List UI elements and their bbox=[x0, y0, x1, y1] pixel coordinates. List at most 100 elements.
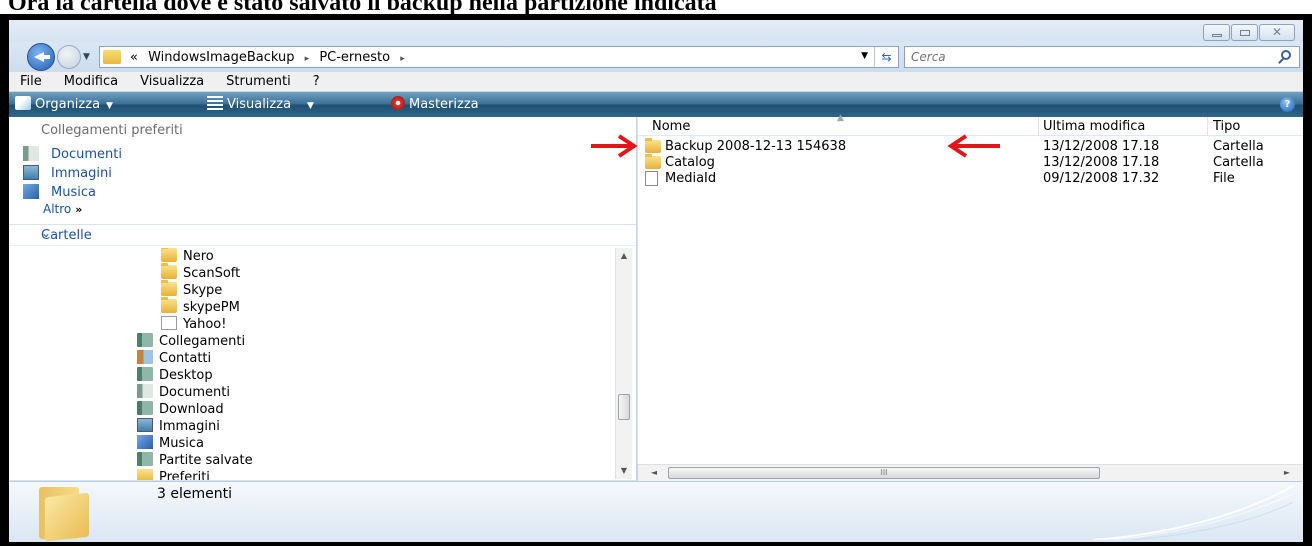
address-row: ▼ « WindowsImageBackup ▸ PC-ernesto ▸ ▼ … bbox=[9, 42, 1303, 72]
help-icon[interactable]: ? bbox=[1280, 97, 1295, 112]
file-list-pane: ▲ Nome Ultima modifica Tipo Backup 2008-… bbox=[638, 113, 1303, 480]
menu-edit[interactable]: Modifica bbox=[53, 72, 129, 91]
library-icon bbox=[137, 367, 153, 381]
favorites-header: Collegamenti preferiti bbox=[41, 123, 183, 138]
close-button[interactable]: ✕ bbox=[1259, 24, 1295, 41]
yahoo-folder-icon bbox=[161, 316, 177, 330]
menu-view[interactable]: Visualizza bbox=[129, 72, 215, 91]
music-icon bbox=[23, 184, 39, 199]
views-icon bbox=[207, 96, 223, 110]
tree-item[interactable]: Musica bbox=[137, 435, 204, 451]
tree-item[interactable]: Partite salvate bbox=[137, 452, 253, 468]
folder-icon bbox=[161, 248, 177, 262]
forward-button[interactable] bbox=[57, 45, 81, 69]
item-count: 3 elementi bbox=[157, 486, 232, 502]
contacts-icon bbox=[137, 350, 153, 364]
file-name: Backup 2008-12-13 154638 bbox=[665, 139, 847, 154]
menu-help[interactable]: ? bbox=[302, 72, 331, 91]
tree-item[interactable]: Contatti bbox=[137, 350, 211, 366]
file-name: Catalog bbox=[665, 155, 715, 170]
tree-item[interactable]: Yahoo! bbox=[161, 316, 226, 332]
column-header-modified[interactable]: Ultima modifica bbox=[1043, 119, 1145, 134]
scroll-thumb[interactable]: III bbox=[668, 467, 1100, 479]
views-button[interactable]: Visualizza ▼ bbox=[207, 96, 314, 112]
menu-tools[interactable]: Strumenti bbox=[215, 72, 302, 91]
burn-button[interactable]: Masterizza bbox=[391, 96, 479, 112]
scroll-right-icon[interactable]: ► bbox=[1279, 465, 1295, 481]
scroll-down-icon[interactable]: ▼ bbox=[616, 463, 632, 479]
library-icon bbox=[137, 452, 153, 466]
scroll-thumb[interactable] bbox=[618, 394, 630, 420]
tree-item[interactable]: Desktop bbox=[137, 367, 213, 383]
favorites-more-link[interactable]: Altro» bbox=[43, 202, 82, 216]
history-dropdown-icon[interactable]: ▼ bbox=[83, 52, 90, 62]
file-type: File bbox=[1213, 171, 1235, 186]
file-type: Cartella bbox=[1213, 139, 1264, 154]
tree-item-label: ScanSoft bbox=[183, 266, 241, 281]
favorite-item-musica[interactable]: Musica bbox=[23, 184, 96, 200]
scroll-up-icon[interactable]: ▲ bbox=[616, 248, 632, 264]
tree-item[interactable]: ScanSoft bbox=[161, 263, 241, 281]
refresh-button[interactable]: ⇆ bbox=[874, 47, 898, 67]
breadcrumb-item-windowsimagebackup[interactable]: WindowsImageBackup bbox=[148, 50, 294, 65]
tree-item[interactable]: Nero bbox=[161, 248, 214, 264]
favorite-item-documenti[interactable]: Documenti bbox=[23, 146, 122, 162]
column-divider[interactable] bbox=[1207, 117, 1208, 136]
annotation-arrow-right-icon bbox=[591, 134, 638, 158]
tree-item[interactable]: Skype bbox=[161, 280, 222, 298]
tree-item[interactable]: Collegamenti bbox=[137, 333, 245, 349]
maximize-icon bbox=[1240, 30, 1250, 36]
folder-icon bbox=[161, 297, 177, 313]
favorite-item-immagini[interactable]: Immagini bbox=[23, 165, 112, 181]
column-divider[interactable] bbox=[1038, 117, 1039, 136]
folder-icon bbox=[645, 154, 661, 169]
sort-ascending-icon: ▲ bbox=[837, 113, 844, 123]
search-input[interactable] bbox=[911, 49, 1251, 65]
folder-icon bbox=[645, 138, 661, 153]
folder-icon bbox=[161, 280, 177, 296]
tree-vertical-scrollbar[interactable]: ▲ ▼ bbox=[615, 248, 632, 479]
library-icon bbox=[137, 401, 153, 415]
address-dropdown-icon[interactable]: ▼ bbox=[861, 51, 868, 61]
tree-item[interactable]: Download bbox=[137, 401, 224, 417]
column-header-type[interactable]: Tipo bbox=[1213, 119, 1240, 134]
menu-file[interactable]: File bbox=[9, 72, 53, 91]
organize-button[interactable]: Organizza ▼ bbox=[15, 96, 113, 112]
maximize-button[interactable] bbox=[1231, 24, 1258, 41]
file-row[interactable]: MediaId 09/12/2008 17.32 File bbox=[638, 171, 1303, 187]
tree-item[interactable]: Immagini bbox=[137, 418, 220, 434]
tree-item-label: Download bbox=[159, 402, 224, 417]
file-name: MediaId bbox=[665, 171, 717, 186]
tree-item[interactable]: Preferiti bbox=[137, 469, 210, 480]
breadcrumb: « WindowsImageBackup ▸ PC-ernesto ▸ bbox=[130, 50, 411, 65]
breadcrumb-separator-icon[interactable]: ▸ bbox=[400, 54, 405, 64]
breadcrumb-overflow[interactable]: « bbox=[130, 50, 138, 65]
minimize-button[interactable] bbox=[1203, 24, 1230, 41]
views-label: Visualizza bbox=[227, 97, 292, 112]
column-header-name[interactable]: Nome bbox=[652, 119, 690, 134]
tree-item[interactable]: skypePM bbox=[161, 297, 240, 315]
search-icon[interactable] bbox=[1281, 50, 1291, 60]
breadcrumb-separator-icon[interactable]: ▸ bbox=[305, 54, 310, 64]
file-list-horizontal-scrollbar[interactable]: ◄ III ► bbox=[638, 464, 1303, 481]
tree-item-label: skypePM bbox=[183, 300, 240, 315]
address-bar[interactable]: « WindowsImageBackup ▸ PC-ernesto ▸ ▼ ⇆ bbox=[99, 46, 899, 68]
tree-item-label: Immagini bbox=[159, 419, 220, 434]
favorites-more-label: Altro bbox=[43, 202, 72, 216]
tree-item-label: Nero bbox=[183, 249, 214, 264]
chevron-down-icon: ▼ bbox=[307, 101, 314, 111]
tree-item-label: Collegamenti bbox=[159, 334, 246, 349]
favorites-icon bbox=[137, 469, 153, 480]
tree-item[interactable]: Documenti bbox=[137, 384, 230, 400]
breadcrumb-item-pc-ernesto[interactable]: PC-ernesto bbox=[319, 50, 390, 65]
file-modified: 09/12/2008 17.32 bbox=[1043, 171, 1160, 186]
search-box[interactable] bbox=[904, 46, 1300, 68]
folders-header[interactable]: Cartelle ⌄ bbox=[9, 224, 636, 246]
scroll-left-icon[interactable]: ◄ bbox=[646, 465, 662, 481]
tree-item-label: Documenti bbox=[159, 385, 230, 400]
navigation-pane: Collegamenti preferiti Documenti Immagin… bbox=[9, 117, 637, 480]
favorite-label: Musica bbox=[51, 185, 96, 200]
folder-icon bbox=[103, 50, 121, 64]
back-button[interactable] bbox=[27, 43, 55, 71]
decorative-swoosh bbox=[1093, 485, 1293, 540]
